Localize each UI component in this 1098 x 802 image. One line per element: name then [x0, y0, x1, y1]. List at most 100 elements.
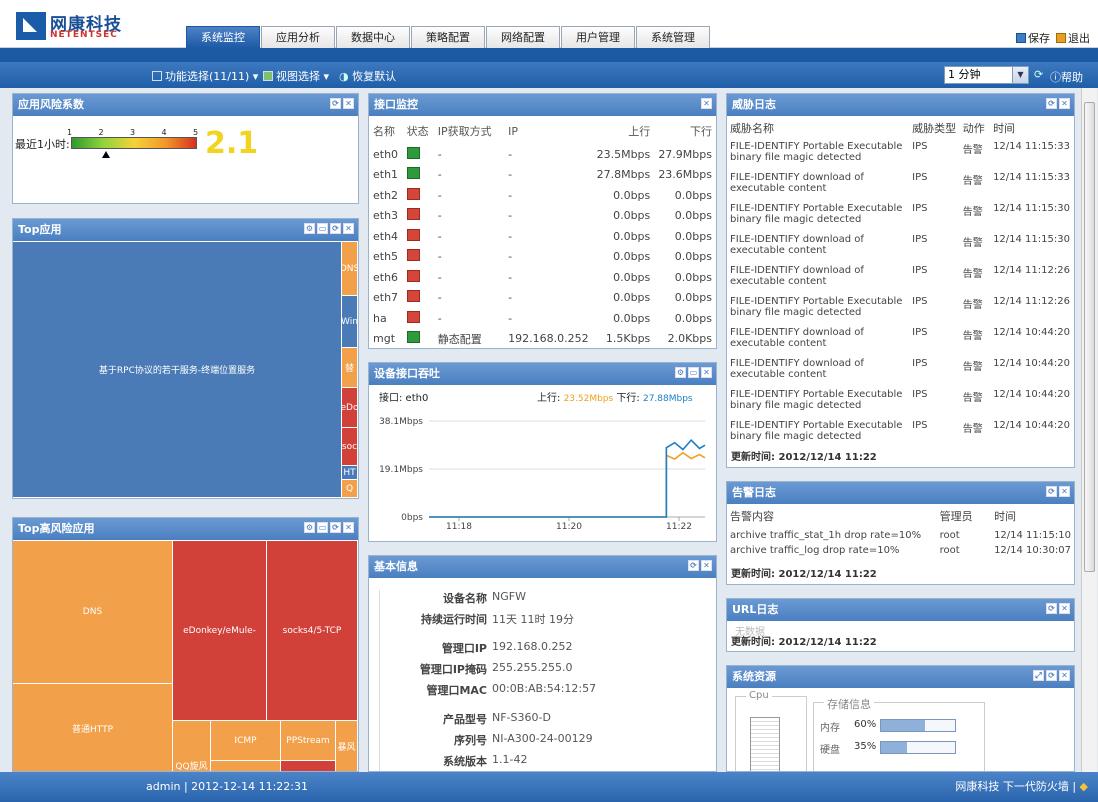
close-icon[interactable]: ✕ [343, 223, 354, 234]
treemap-cell[interactable]: 普通HTTP [13, 684, 173, 771]
treemap-cell[interactable]: Q [342, 480, 358, 498]
table-row[interactable]: eth0 - - 23.5Mbps 27.9Mbps [369, 144, 716, 165]
treemap-cell[interactable] [281, 761, 336, 771]
minimize-icon[interactable]: ▭ [317, 223, 328, 234]
refresh-panel-icon[interactable]: ⟳ [1046, 486, 1057, 497]
help-button[interactable]: ⓘ帮助 [1050, 69, 1083, 85]
table-row[interactable]: eth5 - - 0.0bps 0.0bps [369, 247, 716, 268]
column-header: IP [508, 124, 518, 138]
minimize-icon[interactable]: ▭ [688, 367, 699, 378]
tab-3[interactable]: 策略配置 [411, 26, 485, 48]
table-row[interactable]: archive traffic_stat_1h drop rate=10% roo… [727, 528, 1074, 543]
cell-time: 12/14 11:15:33 [993, 172, 1070, 183]
info-row: 持续运行时间 11天 11时 19分 [380, 611, 709, 632]
settings-icon[interactable]: ⚙ [304, 522, 315, 533]
close-icon[interactable]: ✕ [701, 98, 712, 109]
tab-4[interactable]: 网络配置 [486, 26, 560, 48]
close-icon[interactable]: ✕ [343, 522, 354, 533]
table-row[interactable]: eth7 - - 0.0bps 0.0bps [369, 288, 716, 309]
treemap-cell[interactable]: eDo [342, 388, 358, 428]
tab-0[interactable]: 系统监控 [186, 26, 260, 48]
cell-ip: - [508, 188, 513, 202]
tab-6[interactable]: 系统管理 [636, 26, 710, 48]
treemap-cell[interactable]: PPStream [281, 721, 336, 761]
settings-icon[interactable]: ⚙ [304, 223, 315, 234]
treemap-cell[interactable]: QQ旋风 [173, 721, 211, 771]
view-select-button[interactable]: 视图选择 ▾ [263, 68, 329, 84]
table-row[interactable]: FILE-IDENTIFY Portable Executable binary… [727, 388, 1074, 419]
table-row[interactable]: eth2 - - 0.0bps 0.0bps [369, 185, 716, 206]
x-tick-label: 11:20 [556, 522, 582, 532]
tab-5[interactable]: 用户管理 [561, 26, 635, 48]
risk-marker-icon [101, 151, 110, 158]
scrollbar-thumb[interactable] [1084, 102, 1095, 572]
table-row[interactable]: mgt 静态配置 192.168.0.252 1.5Kbps 2.0Kbps [369, 329, 716, 350]
close-icon[interactable]: ✕ [343, 98, 354, 109]
settings-icon[interactable]: ⚙ [675, 367, 686, 378]
treemap-cell[interactable]: DNS [342, 242, 358, 296]
refresh-icon[interactable]: ⟳ [1034, 68, 1043, 81]
treemap-cell[interactable]: Win [342, 296, 358, 348]
interval-select[interactable]: 1 分钟 ▼ [944, 66, 1029, 84]
treemap-cell[interactable]: socks4/5-TCP [267, 541, 358, 721]
minimize-icon[interactable]: ▭ [317, 522, 328, 533]
close-icon[interactable]: ✕ [1059, 670, 1070, 681]
close-icon[interactable]: ✕ [1059, 486, 1070, 497]
treemap-cell[interactable]: ICMP [211, 721, 281, 761]
refresh-panel-icon[interactable]: ⟳ [1046, 670, 1057, 681]
save-button[interactable]: 保存 [1016, 30, 1050, 46]
interface-table: 名称 状态 IP获取方式 IP 上行 下行 eth0- -23.5Mbps 27.9Mbps e… [369, 118, 716, 349]
refresh-panel-icon[interactable]: ⟳ [330, 522, 341, 533]
table-row[interactable]: archive traffic_log drop rate=10% root 12/… [727, 543, 1074, 558]
cell-up: 0.0bps [613, 291, 651, 305]
table-row[interactable]: eth4 - - 0.0bps 0.0bps [369, 226, 716, 247]
panel-header: Top应用 ⚙ ▭ ⟳ ✕ [13, 219, 358, 241]
treemap-cell[interactable]: 替 [342, 348, 358, 388]
table-row[interactable]: FILE-IDENTIFY download of executable con… [727, 357, 1074, 388]
table-row[interactable]: FILE-IDENTIFY download of executable con… [727, 264, 1074, 295]
table-row[interactable]: FILE-IDENTIFY download of executable con… [727, 171, 1074, 202]
close-icon[interactable]: ✕ [701, 367, 712, 378]
refresh-panel-icon[interactable]: ⟳ [1046, 98, 1057, 109]
treemap-cell[interactable]: eDonkey/eMule- [173, 541, 267, 721]
table-row[interactable]: eth3 - - 0.0bps 0.0bps [369, 206, 716, 227]
close-icon[interactable]: ✕ [701, 560, 712, 571]
close-icon[interactable]: ✕ [1059, 98, 1070, 109]
cell-down: 23.6Mbps [658, 168, 712, 182]
table-row[interactable]: FILE-IDENTIFY Portable Executable binary… [727, 202, 1074, 233]
cell-ip: - [508, 291, 513, 305]
treemap-cell[interactable]: HT [342, 466, 358, 480]
treemap-cell[interactable]: 基于RPC协议的若干服务-终端位置服务 [13, 242, 342, 498]
refresh-panel-icon[interactable]: ⟳ [688, 560, 699, 571]
tab-1[interactable]: 应用分析 [261, 26, 335, 48]
expand-icon[interactable]: ⤢ [1033, 670, 1044, 681]
refresh-panel-icon[interactable]: ⟳ [330, 223, 341, 234]
updated-time: 更新时间: 2012/12/14 11:22 [731, 569, 877, 580]
function-select-button[interactable]: 功能选择(11/11) ▾ [152, 68, 258, 84]
treemap-cell[interactable] [211, 761, 281, 771]
column-header: IP获取方式 [437, 125, 492, 138]
page-scrollbar[interactable] [1081, 88, 1097, 772]
table-row[interactable]: FILE-IDENTIFY download of executable con… [727, 233, 1074, 264]
cell-name: FILE-IDENTIFY Portable Executable binary… [730, 141, 903, 163]
table-row[interactable]: eth6 - - 0.0bps 0.0bps [369, 267, 716, 288]
table-row[interactable]: FILE-IDENTIFY download of executable con… [727, 326, 1074, 357]
cell-up: 1.5Kbps [605, 332, 651, 346]
tab-2[interactable]: 数据中心 [336, 26, 410, 48]
refresh-panel-icon[interactable]: ⟳ [1046, 603, 1057, 614]
table-row[interactable]: FILE-IDENTIFY Portable Executable binary… [727, 419, 1074, 450]
table-row[interactable]: ha - - 0.0bps 0.0bps [369, 308, 716, 329]
table-row[interactable]: FILE-IDENTIFY Portable Executable binary… [727, 295, 1074, 326]
close-icon[interactable]: ✕ [1059, 603, 1070, 614]
treemap-cell[interactable]: 暴风 [336, 721, 358, 771]
table-row[interactable]: FILE-IDENTIFY Portable Executable binary… [727, 140, 1074, 171]
treemap-cell[interactable]: soc [342, 428, 358, 466]
logout-button[interactable]: 退出 [1056, 30, 1090, 46]
storage-box: 存储信息 内存 60% 硬盘 35% [813, 696, 985, 771]
cell-time: 12/14 11:12:26 [993, 265, 1070, 276]
cell-up: 0.0bps [613, 311, 651, 325]
refresh-panel-icon[interactable]: ⟳ [330, 98, 341, 109]
table-row[interactable]: eth1 - - 27.8Mbps 23.6Mbps [369, 165, 716, 186]
restore-default-button[interactable]: ◑ 恢复默认 [339, 68, 396, 84]
treemap-cell[interactable]: DNS [13, 541, 173, 684]
